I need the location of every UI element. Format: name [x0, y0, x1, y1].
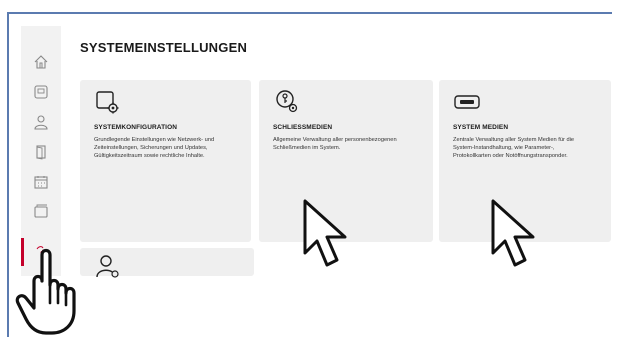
pointer-cursor-icon: [491, 199, 535, 267]
card-title: SCHLIESSMEDIEN: [273, 124, 333, 131]
sidebar: [21, 26, 61, 276]
calendar-icon: [34, 176, 48, 189]
sidebar-item-window[interactable]: [21, 198, 61, 226]
page-title: SYSTEMEINSTELLUNGEN: [80, 40, 248, 55]
card-user-settings[interactable]: [80, 248, 254, 278]
hand-pointer-icon: [15, 248, 76, 335]
dashboard-icon: [34, 85, 48, 99]
card-description: Grundlegende Einstellungen wie Netzwerk-…: [94, 137, 215, 159]
home-icon: [34, 55, 48, 69]
card-description: Allgemeine Verwaltung aller personenbezo…: [273, 137, 397, 151]
card-description: Zentrale Verwaltung aller System Medien …: [453, 137, 575, 159]
sidebar-item-dashboard[interactable]: [21, 78, 61, 106]
card-title: SYSTEMKONFIGURATION: [94, 124, 178, 131]
card-systemkonfiguration[interactable]: SYSTEMKONFIGURATION Grundlegende Einstel…: [80, 80, 251, 242]
sidebar-item-user[interactable]: [21, 108, 61, 136]
key-settings-icon: [276, 90, 298, 113]
card-title: SYSTEM MEDIEN: [453, 124, 509, 131]
card-medium-icon: [454, 95, 480, 109]
pointer-cursor-icon: [303, 199, 347, 267]
sidebar-item-home[interactable]: [21, 48, 61, 76]
user-icon: [34, 115, 48, 130]
door-icon: [36, 145, 46, 160]
sidebar-item-calendar[interactable]: [21, 168, 61, 196]
window-icon: [34, 204, 48, 218]
sidebar-item-door[interactable]: [21, 138, 61, 166]
system-config-icon: [96, 91, 119, 114]
